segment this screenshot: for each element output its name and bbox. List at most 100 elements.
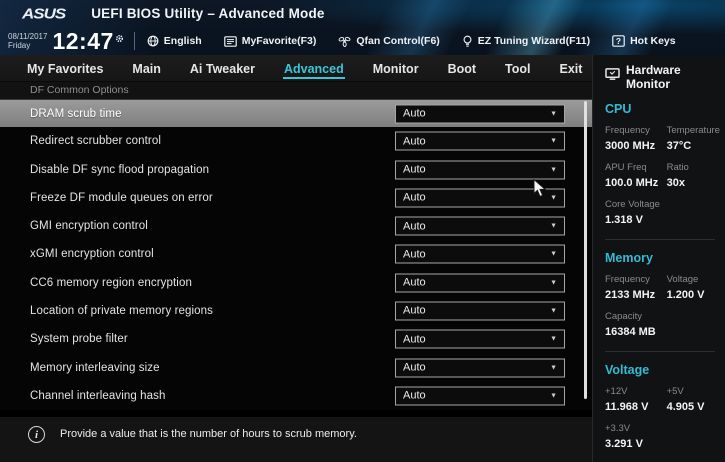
dropdown-location-of-private-memory-regions[interactable]: Auto ▼: [395, 301, 565, 321]
toolbar-item-label: English: [163, 35, 202, 47]
status-bar: i Provide a value that is the number of …: [0, 410, 592, 462]
hm-reading-label: +12V: [605, 386, 628, 397]
tab-exit[interactable]: Exit: [558, 58, 583, 79]
setting-label: Location of private memory regions: [30, 304, 214, 317]
dropdown-value: Auto: [403, 304, 426, 317]
dropdown-dram-scrub-time[interactable]: Auto ▼: [395, 104, 565, 124]
hm-reading-value: 3.291 V: [605, 438, 643, 450]
hm-reading-row: Frequency 2133 MHz Voltage 1.200 V: [605, 274, 715, 301]
setting-row-dram-scrub-time[interactable]: DRAM scrub time Auto ▼: [0, 99, 592, 128]
dropdown-system-probe-filter[interactable]: Auto ▼: [395, 329, 565, 349]
hm-reading-label: Frequency: [605, 125, 650, 136]
hm-reading-row: Core Voltage 1.318 V: [605, 199, 715, 226]
title-row: ASUS UEFI BIOS Utility – Advanced Mode: [0, 0, 725, 27]
fan-icon: [338, 35, 351, 47]
hardware-monitor-title: Hardware Monitor: [626, 63, 681, 91]
hm-reading-label: Ratio: [666, 162, 689, 173]
setting-row-gmi-encryption-control[interactable]: GMI encryption control Auto ▼: [0, 212, 592, 240]
question-icon: ?: [612, 35, 625, 47]
dropdown-redirect-scrubber-control[interactable]: Auto ▼: [395, 131, 565, 151]
dropdown-value: Auto: [403, 333, 426, 346]
mouse-cursor: [533, 178, 548, 203]
bios-screen: ASUS UEFI BIOS Utility – Advanced Mode 0…: [0, 0, 725, 462]
hm-section-title-memory: Memory: [605, 251, 653, 265]
tab-main[interactable]: Main: [131, 58, 161, 79]
hm-reading-value: 2133 MHz: [605, 289, 656, 301]
scrollbar[interactable]: [584, 101, 587, 399]
dropdown-value: Auto: [403, 361, 426, 374]
chevron-down-icon: ▼: [550, 166, 557, 174]
setting-row-freeze-df-module-queues-on-error[interactable]: Freeze DF module queues on error Auto ▼: [0, 184, 592, 212]
hm-reading-label: +3.3V: [605, 423, 631, 434]
dropdown-value: Auto: [403, 248, 426, 261]
setting-row-system-probe-filter[interactable]: System probe filter Auto ▼: [0, 325, 592, 353]
date-value: 08/11/2017: [8, 32, 48, 41]
dropdown-disable-df-sync-flood-propagation[interactable]: Auto ▼: [395, 160, 565, 180]
hm-reading-value: 1.318 V: [605, 214, 643, 226]
dropdown-value: Auto: [403, 135, 426, 148]
hm-section-title-cpu: CPU: [605, 102, 632, 116]
setting-row-memory-interleaving-size[interactable]: Memory interleaving size Auto ▼: [0, 353, 592, 381]
hm-reading-value: 4.905 V: [666, 401, 705, 413]
dropdown-cc6-memory-region-encryption[interactable]: Auto ▼: [395, 273, 565, 293]
toolbar-item-hot-keys[interactable]: ? Hot Keys: [612, 35, 676, 47]
chevron-down-icon: ▼: [550, 364, 557, 372]
setting-row-location-of-private-memory-regions[interactable]: Location of private memory regions Auto ▼: [0, 297, 592, 325]
datetime-block: 08/11/2017 Friday 12:47: [8, 28, 124, 54]
hm-reading-label: APU Freq: [605, 162, 647, 173]
info-icon: i: [28, 426, 45, 443]
toolbar-item-label: MyFavorite(F3): [241, 35, 317, 47]
setting-row-xgmi-encryption-control[interactable]: xGMI encryption control Auto ▼: [0, 240, 592, 268]
setting-label: System probe filter: [30, 333, 128, 346]
tab-my-favorites[interactable]: My Favorites: [26, 58, 104, 79]
toolbar-item-label: EZ Tuning Wizard(F11): [477, 35, 591, 47]
hm-reading-capacity: Capacity 16384 MB: [605, 311, 667, 338]
hm-reading-frequency: Frequency 2133 MHz: [605, 274, 667, 301]
setting-label: xGMI encryption control: [30, 248, 154, 261]
dropdown-value: Auto: [403, 191, 426, 204]
toolbar-item-qfan-control-f6[interactable]: Qfan Control(F6): [338, 35, 440, 47]
hm-reading-row: +12V 11.968 V +5V 4.905 V: [605, 386, 715, 413]
hm-reading-value: 37°C: [666, 140, 692, 152]
toolbar-item-english[interactable]: English: [147, 35, 202, 47]
hm-reading-temperature: Temperature 37°C: [666, 125, 720, 152]
setting-row-channel-interleaving-hash[interactable]: Channel interleaving hash Auto ▼: [0, 382, 592, 410]
tab-boot[interactable]: Boot: [447, 58, 477, 79]
hm-reading-label: Core Voltage: [605, 199, 660, 210]
hm-reading-value: 11.968 V: [605, 401, 649, 413]
tab-monitor[interactable]: Monitor: [372, 58, 420, 79]
hm-reading-row: Frequency 3000 MHz Temperature 37°C: [605, 125, 720, 152]
chevron-down-icon: ▼: [550, 137, 557, 145]
tab-bar: My Favorites Main Ai Tweaker Advanced Monito…: [0, 55, 592, 82]
setting-row-redirect-scrubber-control[interactable]: Redirect scrubber control Auto ▼: [0, 127, 592, 155]
myfavorite-icon: [223, 35, 237, 47]
toolbar-item-label: Qfan Control(F6): [356, 35, 440, 47]
hm-reading-core-voltage: Core Voltage 1.318 V: [605, 199, 667, 226]
chevron-down-icon: ▼: [550, 307, 557, 315]
dropdown-channel-interleaving-hash[interactable]: Auto ▼: [395, 386, 565, 406]
dropdown-memory-interleaving-size[interactable]: Auto ▼: [395, 358, 565, 378]
setting-row-disable-df-sync-flood-propagation[interactable]: Disable DF sync flood propagation Auto ▼: [0, 156, 592, 184]
toolbar-item-ez-tuning-wizard-f11[interactable]: EZ Tuning Wizard(F11): [462, 35, 590, 48]
setting-label: GMI encryption control: [30, 220, 148, 233]
time-value: 12:47: [52, 28, 114, 54]
status-text: Provide a value that is the number of ho…: [60, 428, 357, 440]
hardware-monitor-header: Hardware Monitor: [605, 63, 715, 91]
tab-ai-tweaker[interactable]: Ai Tweaker: [189, 58, 256, 79]
toolbar-item-myfavorite-f3[interactable]: MyFavorite(F3): [223, 35, 317, 47]
tab-tool[interactable]: Tool: [504, 58, 531, 79]
hm-reading-label: Capacity: [605, 311, 642, 322]
setting-label: Memory interleaving size: [30, 361, 160, 374]
chevron-down-icon: ▼: [550, 222, 557, 230]
monitor-icon: [605, 68, 620, 86]
gear-icon[interactable]: [115, 30, 124, 48]
hm-reading-label: Voltage: [666, 274, 699, 285]
setting-label: DRAM scrub time: [30, 107, 122, 120]
dropdown-gmi-encryption-control[interactable]: Auto ▼: [395, 216, 565, 236]
tab-advanced[interactable]: Advanced: [282, 58, 345, 79]
dropdown-xgmi-encryption-control[interactable]: Auto ▼: [395, 244, 565, 264]
setting-row-cc6-memory-region-encryption[interactable]: CC6 memory region encryption Auto ▼: [0, 269, 592, 297]
setting-label: Redirect scrubber control: [30, 135, 161, 148]
hm-reading-frequency: Frequency 3000 MHz: [605, 125, 667, 152]
dropdown-value: Auto: [403, 389, 426, 402]
